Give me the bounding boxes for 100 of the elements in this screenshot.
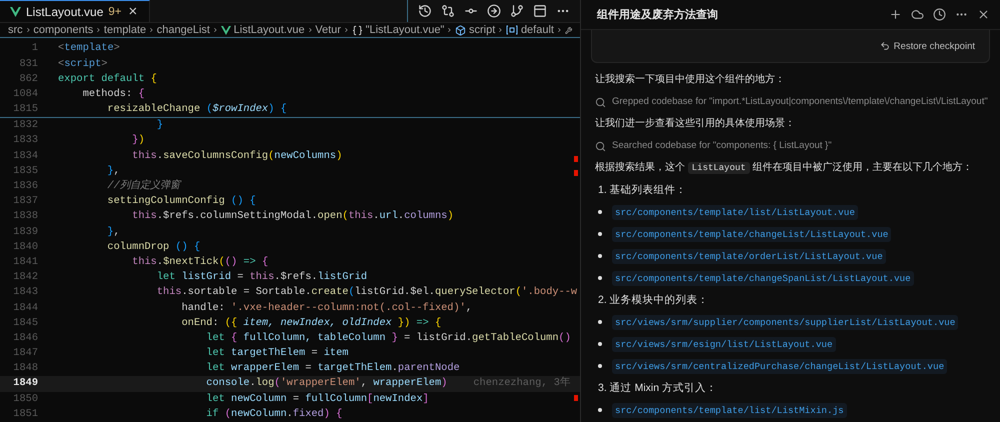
code-line: export default { <box>58 72 157 87</box>
braces-icon <box>352 24 363 36</box>
bullet-dot <box>598 210 602 214</box>
code-line: <script> <box>58 56 108 72</box>
breadcrumb-item[interactable]: script <box>469 24 496 36</box>
error-marker <box>574 170 578 176</box>
code-line: this.sortable = Sortable.create(listGrid.$el.querySelector('.body--w <box>156 285 578 300</box>
line-number: 1842 <box>12 270 38 286</box>
search-icon <box>595 140 606 152</box>
close-icon[interactable] <box>977 8 990 21</box>
search-summary: Searched codebase for "components: { ListLayout }" <box>612 139 832 153</box>
search-summary: Grepped codebase for "import.*ListLayout|components\/template\/changeList\/ListLayout" <box>612 95 988 109</box>
file-path[interactable]: src/components/template/list/ListMixin.js <box>612 402 847 418</box>
wrench-icon[interactable] <box>564 24 572 36</box>
code-line: }) <box>131 133 145 148</box>
breadcrumb-item[interactable]: default <box>520 24 554 36</box>
line-number: 1084 <box>12 86 38 102</box>
code-line: console.log('wrapperElem', wrapperElem) chenzezhang, 3年 <box>205 376 570 392</box>
line-number: 1815 <box>12 102 38 118</box>
line-number: 862 <box>18 72 38 87</box>
line-number: 1848 <box>12 361 38 376</box>
vue-icon <box>220 26 231 35</box>
bullet-dot <box>598 276 602 280</box>
line-number: 1836 <box>12 179 38 194</box>
code-line: this.$nextTick(() => { <box>131 254 268 270</box>
history-icon[interactable] <box>933 8 946 21</box>
error-marker <box>574 156 578 162</box>
file-path[interactable]: src/components/template/orderList/ListLayout.vue <box>612 248 886 264</box>
code-line: columnDrop () { <box>106 240 200 255</box>
split-icon[interactable] <box>533 4 547 18</box>
code-line: if (newColumn.fixed) { <box>205 406 342 422</box>
code-line: }, <box>106 224 120 240</box>
code-line: onEnd: ({ item, newIndex, oldIndex }) => { <box>180 316 442 331</box>
line-number: 1847 <box>12 346 38 362</box>
file-path[interactable]: src/views/srm/centralizedPurchase/changeList/ListLayout.vue <box>612 358 948 374</box>
vue-icon <box>10 6 21 17</box>
breadcrumb-item[interactable]: components <box>33 24 94 36</box>
code-line: let { fullColumn, tableColumn } = listGrid.getTableColumn() <box>205 330 571 346</box>
file-path[interactable]: src/components/template/list/ListLayout.vue <box>612 204 858 220</box>
code-line: settingColumnConfig () { <box>106 194 256 210</box>
close-button[interactable]: × <box>126 3 140 20</box>
line-number: 1834 <box>12 148 38 164</box>
code-line: handle: '.vxe-header--column:not(.col--fixed)', <box>180 300 472 316</box>
history-icon[interactable] <box>418 4 432 18</box>
file-path[interactable]: src/views/srm/esign/list/ListLayout.vue <box>612 336 836 352</box>
code-line: let wrapperElem = targetThElem.parentNode <box>205 361 460 376</box>
variable-icon <box>506 25 518 36</box>
chat-title: 组件用途及废弃方法查询 <box>597 7 718 22</box>
restore-checkpoint-button[interactable]: Restore checkpoint <box>874 40 981 52</box>
code-line: this.saveColumnsConfig(newColumns) <box>131 148 342 164</box>
breadcrumb-item[interactable]: changeList <box>156 24 210 36</box>
error-marker <box>574 395 578 401</box>
plus-icon[interactable] <box>889 8 902 21</box>
compare-icon[interactable] <box>441 4 455 18</box>
line-number: 1844 <box>12 300 38 316</box>
breadcrumb-item[interactable]: src <box>8 24 23 36</box>
line-number: 1850 <box>12 392 38 407</box>
line-number: 831 <box>18 56 38 72</box>
code-line: let listGrid = this.$refs.listGrid <box>156 270 367 286</box>
bullet-dot <box>598 232 602 236</box>
bullet-dot <box>598 364 602 368</box>
message-text: 根据搜索结果，这个 ListLayout 组件在项目中被广泛使用，主要在以下几个地方： <box>595 160 974 176</box>
file-path[interactable]: src/components/template/changeSpanList/ListLayout.vue <box>612 270 914 286</box>
cube-icon <box>455 24 466 36</box>
code-line: let newColumn = fullColumn[newIndex] <box>205 392 429 407</box>
bullet-dot <box>598 408 602 412</box>
file-path[interactable]: src/views/srm/supplier/components/supplierList/ListLayout.vue <box>612 314 958 330</box>
line-number: 1840 <box>12 240 38 255</box>
breadcrumb-item[interactable]: ListLayout.vue <box>234 24 305 36</box>
breadcrumb-item[interactable]: Vetur <box>315 24 341 36</box>
list-heading: 1. 基础列表组件： <box>597 183 688 198</box>
line-number: 1832 <box>12 118 38 134</box>
code-line: let targetThElem = item <box>205 346 348 362</box>
line-number: 1837 <box>12 194 38 210</box>
branch-icon[interactable] <box>510 4 524 18</box>
code-line: methods: { <box>82 86 145 102</box>
code-line: this.$refs.columnSettingModal.open(this.url.columns) <box>131 209 454 224</box>
line-number: 1843 <box>12 285 38 300</box>
breadcrumb-item[interactable]: "ListLayout.vue" <box>366 24 444 36</box>
file-path[interactable]: src/components/template/changeList/ListLayout.vue <box>612 226 892 242</box>
editor-tab[interactable]: ListLayout.vue 9+ × <box>0 0 150 22</box>
problem-count: 9+ <box>108 6 122 18</box>
line-number: 1838 <box>12 209 38 224</box>
cloud-icon[interactable] <box>911 8 924 21</box>
line-number: 1851 <box>12 406 38 422</box>
line-number: 1833 <box>12 133 38 148</box>
list-heading: 3. 通过 Mixin 方式引入： <box>597 381 718 396</box>
line-number: 1835 <box>12 164 38 179</box>
search-icon <box>595 96 606 108</box>
code-line: } <box>156 118 164 134</box>
code-line: <template> <box>58 41 120 56</box>
bullet-dot <box>598 254 602 258</box>
bullet-dot <box>598 342 602 346</box>
code-line: resizableChange ($rowIndex) { <box>106 102 287 118</box>
line-number: 1846 <box>12 330 38 346</box>
message-text: 让我们进一步查看这些引用的具体使用场景： <box>595 116 796 131</box>
message-text: 让我搜索一下项目中使用这个组件的地方： <box>595 72 786 87</box>
code-line: //列自定义弹窗 <box>106 179 180 194</box>
line-number: 1841 <box>12 254 38 270</box>
breadcrumb-item[interactable]: template <box>104 24 146 36</box>
